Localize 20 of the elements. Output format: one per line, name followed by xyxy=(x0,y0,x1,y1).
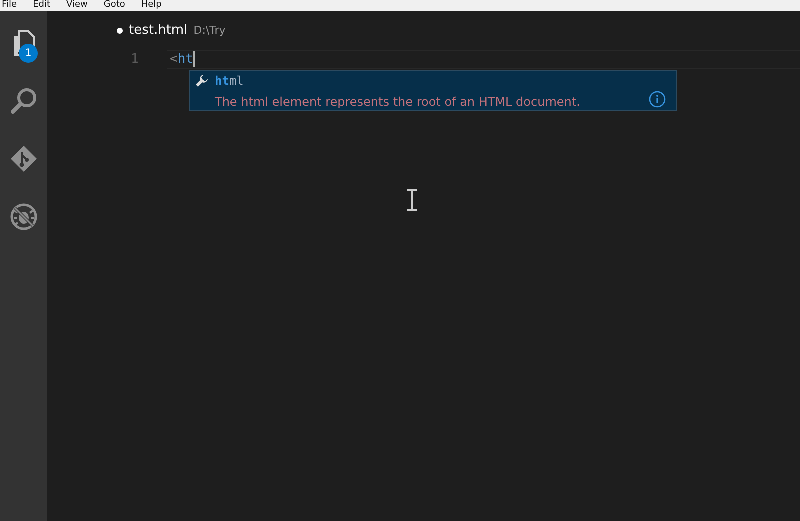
menu-item[interactable]: View xyxy=(66,0,88,11)
git-icon[interactable] xyxy=(10,145,38,173)
menu-item[interactable]: File xyxy=(2,0,18,11)
text-cursor-icon xyxy=(406,189,418,211)
menu-item[interactable]: Goto xyxy=(104,0,126,11)
tab-path: D:\Try xyxy=(194,22,226,39)
search-icon[interactable] xyxy=(10,87,38,115)
count-badge: 1 xyxy=(19,44,38,63)
line-number: 1 xyxy=(131,51,139,68)
code-line: <ht xyxy=(169,52,194,67)
no-bug-icon[interactable] xyxy=(10,203,38,231)
wrench-icon xyxy=(195,74,209,88)
menu-item[interactable]: Help xyxy=(141,0,162,11)
text-caret xyxy=(193,51,196,68)
tab-title[interactable]: test.html xyxy=(129,21,188,41)
menu-item[interactable]: Edit xyxy=(33,0,50,11)
info-icon[interactable] xyxy=(649,91,666,108)
suggestion-label: html xyxy=(215,73,245,89)
suggestion-item[interactable]: html The html element represents the root of an HTML document. xyxy=(189,70,677,111)
suggestion-description: The html element represents the root of an HTML document. xyxy=(215,94,580,111)
